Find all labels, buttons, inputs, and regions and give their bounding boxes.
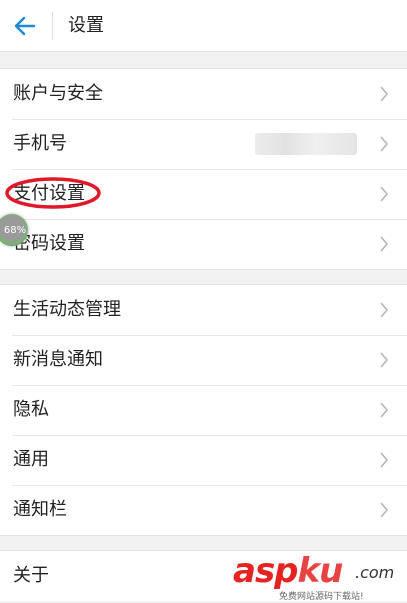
chevron-right-icon [380,502,389,518]
settings-item-general[interactable]: 通用 [0,435,407,485]
watermark-subtitle: 免费网站源码下载站! [279,592,364,602]
settings-screen: 设置 账户与安全 手机号 支付设置 密码设置 生活动态管理 新消息通知 隐私 通… [0,0,407,603]
page-title: 设置 [68,15,104,36]
settings-item-label: 新消息通知 [13,349,103,370]
settings-group-account: 账户与安全 手机号 支付设置 密码设置 [0,68,407,270]
header-divider [52,12,53,40]
settings-item-label: 隐私 [13,399,49,420]
badge-percent: 68% [3,224,27,236]
settings-group-general: 生活动态管理 新消息通知 隐私 通用 通知栏 [0,284,407,536]
settings-item-label: 通知栏 [13,499,67,520]
back-button[interactable] [8,10,42,42]
settings-item-payment[interactable]: 支付设置 [0,169,407,219]
chevron-right-icon [380,352,389,368]
back-arrow-icon [14,16,36,36]
chevron-right-icon [380,236,389,252]
chevron-right-icon [380,402,389,418]
watermark-domain: .com [355,563,395,582]
settings-item-label: 账户与安全 [13,83,103,104]
chevron-right-icon [380,452,389,468]
chevron-right-icon [380,86,389,102]
settings-item-label: 关于 [13,565,49,586]
chevron-right-icon [380,302,389,318]
watermark-logo: aspku .com 免费网站源码下载站! [233,551,403,602]
settings-item-account-security[interactable]: 账户与安全 [0,69,407,119]
settings-item-label: 手机号 [13,133,67,154]
settings-item-life-feed[interactable]: 生活动态管理 [0,285,407,335]
chevron-right-icon [380,136,389,152]
settings-item-label: 支付设置 [13,183,85,204]
settings-item-phone[interactable]: 手机号 [0,119,407,169]
phone-number-blurred [255,133,357,155]
watermark-brand: aspku [233,551,343,591]
settings-item-notifications[interactable]: 新消息通知 [0,335,407,385]
settings-item-password[interactable]: 密码设置 [0,219,407,269]
top-bar: 设置 [0,0,407,52]
settings-item-label: 生活动态管理 [13,299,121,320]
settings-item-label: 通用 [13,449,49,470]
settings-item-notification-bar[interactable]: 通知栏 [0,485,407,535]
chevron-right-icon [380,186,389,202]
settings-item-privacy[interactable]: 隐私 [0,385,407,435]
